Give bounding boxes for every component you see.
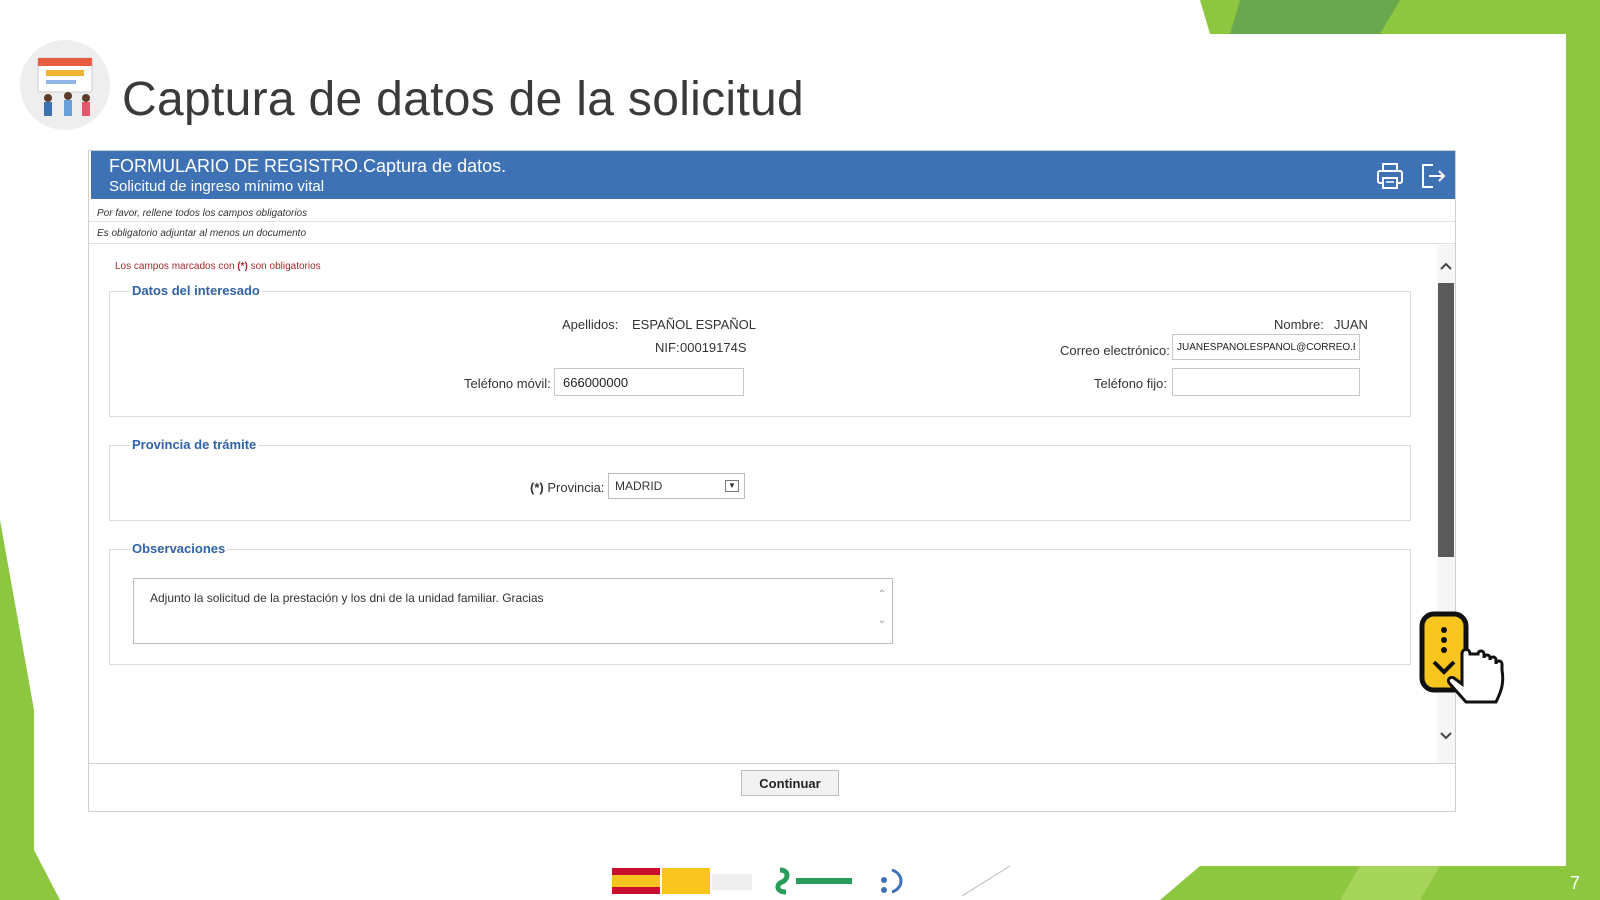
continue-button[interactable]: Continuar	[741, 770, 839, 796]
observaciones-textarea[interactable]: Adjunto la solicitud de la prestación y …	[133, 578, 893, 644]
form-scroll-area[interactable]: Los campos marcados con (*) son obligato…	[89, 245, 1455, 767]
provincia-selected-value: MADRID	[615, 479, 663, 493]
apellidos-value: ESPAÑOL ESPAÑOL	[632, 317, 757, 332]
provincia-label-text: Provincia:	[547, 480, 605, 495]
observaciones-text: Adjunto la solicitud de la prestación y …	[150, 591, 544, 605]
chevron-up-icon[interactable]: ⌃	[876, 589, 888, 601]
slide-accent-top	[1200, 0, 1600, 34]
page-number: 7	[1569, 873, 1580, 893]
provincia-label: (*) Provincia:	[530, 480, 604, 495]
form-header: FORMULARIO DE REGISTRO.Captura de datos.…	[91, 151, 1455, 199]
government-logos	[612, 866, 1011, 896]
note-required-fields: Por favor, rellene todos los campos obli…	[97, 208, 308, 219]
correo-label: Correo electrónico:	[1060, 343, 1170, 358]
fijo-label: Teléfono fijo:	[1094, 376, 1167, 391]
nombre-value: JUAN	[1334, 317, 1368, 332]
legend-provincia: Provincia de trámite	[130, 437, 259, 452]
email-field[interactable]	[1172, 334, 1360, 360]
divider	[89, 221, 1455, 222]
fieldset-datos-interesado: Datos del interesado Apellidos: ESPAÑOL …	[109, 283, 1411, 417]
form-footer: Continuar	[89, 763, 1455, 808]
fieldset-provincia: Provincia de trámite (*) Provincia: MADR…	[109, 437, 1411, 521]
exit-icon	[1422, 164, 1446, 188]
divider	[89, 243, 1455, 244]
apellidos-label: Apellidos:	[562, 317, 619, 332]
slide-title: Captura de datos de la solicitud	[122, 73, 805, 126]
landline-phone-field[interactable]	[1172, 368, 1360, 396]
slide-accent-bottom	[1160, 866, 1600, 900]
scroll-up-button[interactable]	[1437, 257, 1455, 275]
note-attach-document: Es obligatorio adjuntar al menos un docu…	[97, 228, 307, 239]
slide-accent-left	[0, 520, 60, 900]
form-window: FORMULARIO DE REGISTRO.Captura de datos.…	[88, 150, 1456, 812]
nombre-label: Nombre:	[1274, 317, 1324, 332]
slide-accent-right	[1566, 0, 1600, 900]
form-header-subtitle: Solicitud de ingreso mínimo vital	[109, 178, 325, 195]
chevron-down-icon: ▼	[725, 480, 739, 492]
chevron-down-icon[interactable]: ⌄	[876, 615, 888, 627]
scroll-down-button[interactable]	[1437, 727, 1455, 745]
chevron-down-icon	[1440, 732, 1452, 740]
form-header-title: FORMULARIO DE REGISTRO.Captura de datos.	[109, 156, 507, 176]
people-form-illustration-icon	[20, 40, 110, 130]
fieldset-observaciones: Observaciones Adjunto la solicitud de la…	[109, 541, 1411, 665]
legend-observaciones: Observaciones	[130, 541, 228, 556]
print-button[interactable]	[1375, 161, 1405, 191]
provincia-required-mark: (*)	[530, 480, 544, 495]
scroll-hand-pointer-icon	[1418, 610, 1514, 706]
legend-datos-interesado: Datos del interesado	[130, 283, 262, 298]
required-legend-suffix: son obligatorios	[247, 261, 321, 272]
printer-icon	[1377, 163, 1403, 189]
movil-label: Teléfono móvil:	[464, 376, 551, 391]
nif-value: 00019174S	[680, 340, 747, 355]
mobile-phone-field[interactable]	[554, 368, 744, 396]
exit-button[interactable]	[1417, 161, 1447, 191]
nif-label: NIF:	[655, 340, 680, 355]
chevron-up-icon	[1440, 262, 1452, 270]
provincia-select[interactable]: MADRID ▼	[608, 473, 745, 499]
required-legend-prefix: Los campos marcados con	[115, 261, 238, 272]
scrollbar-thumb[interactable]	[1438, 283, 1454, 557]
required-fields-legend: Los campos marcados con (*) son obligato…	[115, 261, 321, 272]
required-legend-mark: (*)	[237, 261, 248, 272]
